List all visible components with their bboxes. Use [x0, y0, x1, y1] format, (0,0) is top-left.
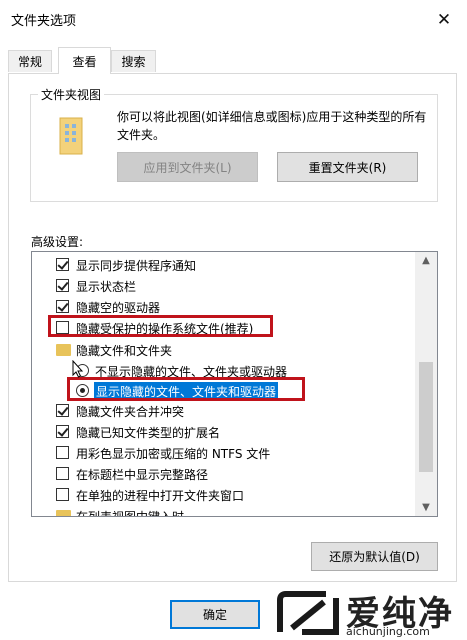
apply-to-folders-button[interactable]: 应用到文件夹(L)	[117, 152, 258, 182]
mouse-cursor-icon	[72, 360, 84, 378]
checkbox[interactable]	[56, 446, 69, 459]
tab-view[interactable]: 查看	[58, 47, 111, 74]
list-item[interactable]: 显示状态栏	[32, 276, 418, 296]
checkbox[interactable]	[56, 258, 69, 271]
scroll-thumb[interactable]	[419, 362, 433, 472]
checkbox[interactable]	[56, 425, 69, 438]
radio-button[interactable]	[76, 384, 89, 397]
scroll-up-icon[interactable]: ▲	[415, 252, 437, 269]
folder-views-label: 文件夹视图	[38, 86, 105, 103]
advanced-settings-label: 高级设置:	[31, 235, 84, 249]
checkbox[interactable]	[56, 467, 69, 480]
list-item[interactable]: 用彩色显示加密或压缩的 NTFS 文件	[32, 443, 418, 463]
watermark-logo-icon	[277, 591, 339, 635]
list-item[interactable]: 隐藏文件夹合并冲突	[32, 401, 418, 421]
close-button[interactable]: ✕	[421, 0, 467, 40]
folder-view-icon	[59, 117, 83, 155]
watermark-url: aichunjing.com	[346, 625, 430, 638]
list-scrollbar[interactable]: ▲ ▼	[415, 252, 437, 516]
checkbox[interactable]	[56, 404, 69, 417]
watermark: 爱纯净 aichunjing.com	[270, 584, 467, 640]
folder-views-description: 你可以将此视图(如详细信息或图标)应用于这种类型的所有文件夹。	[117, 110, 427, 142]
list-item[interactable]: 隐藏空的驱动器	[32, 297, 418, 317]
advanced-settings-list[interactable]: 显示同步提供程序通知 显示状态栏 隐藏空的驱动器 隐藏受保护的操作系统文件(推荐…	[31, 251, 438, 517]
checkbox[interactable]	[56, 321, 69, 334]
reset-folders-button[interactable]: 重置文件夹(R)	[277, 152, 418, 182]
list-item: 隐藏文件和文件夹	[32, 340, 418, 360]
close-icon: ✕	[436, 10, 452, 30]
folder-icon	[56, 510, 71, 516]
list-item[interactable]: 显示同步提供程序通知	[32, 255, 418, 275]
tab-general[interactable]: 常规	[8, 50, 52, 72]
list-item[interactable]: 隐藏受保护的操作系统文件(推荐)	[32, 318, 418, 338]
checkbox[interactable]	[56, 488, 69, 501]
list-item: 在列表视图中键入时	[32, 506, 418, 516]
tab-search[interactable]: 搜索	[111, 50, 156, 72]
window-title: 文件夹选项	[11, 14, 77, 29]
scroll-down-icon[interactable]: ▼	[415, 499, 437, 516]
list-item[interactable]: 显示隐藏的文件、文件夹和驱动器	[32, 381, 418, 401]
title-bar: 文件夹选项 ✕	[0, 0, 467, 40]
ok-button[interactable]: 确定	[170, 600, 260, 629]
checkbox[interactable]	[56, 279, 69, 292]
restore-defaults-button[interactable]: 还原为默认值(D)	[311, 542, 438, 571]
list-item[interactable]: 隐藏已知文件类型的扩展名	[32, 422, 418, 442]
list-item[interactable]: 在标题栏中显示完整路径	[32, 464, 418, 484]
list-item[interactable]: 在单独的进程中打开文件夹窗口	[32, 485, 418, 505]
folder-icon	[56, 344, 71, 356]
checkbox[interactable]	[56, 300, 69, 313]
list-item[interactable]: 不显示隐藏的文件、文件夹或驱动器	[32, 361, 418, 381]
